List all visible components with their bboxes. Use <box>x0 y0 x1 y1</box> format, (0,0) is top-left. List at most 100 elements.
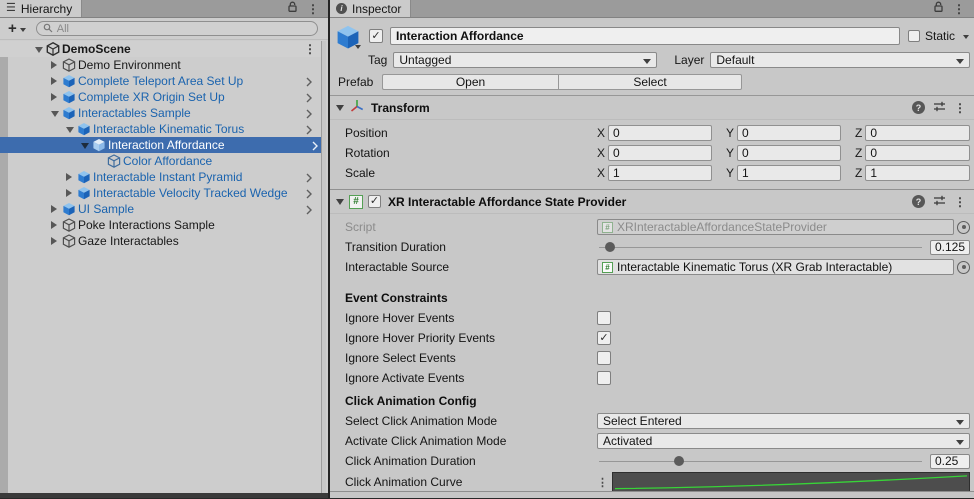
foldout-icon[interactable] <box>81 143 89 149</box>
kebab-menu-icon[interactable]: ⋮ <box>307 3 319 15</box>
hierarchy-item-ui-sample[interactable]: UI Sample <box>0 201 320 217</box>
hierarchy-item-complete-xr-origin-set-up[interactable]: Complete XR Origin Set Up <box>0 89 320 105</box>
transition-duration-value[interactable]: 0.125 <box>930 240 970 255</box>
hierarchy-search-input[interactable]: All <box>36 21 318 36</box>
prefab-chevron-icon[interactable] <box>306 92 312 106</box>
foldout-icon[interactable] <box>51 205 57 213</box>
foldout-icon[interactable] <box>66 189 72 197</box>
hierarchy-item-demo-environment[interactable]: Demo Environment <box>0 57 320 73</box>
layer-dropdown[interactable]: Default <box>710 52 970 68</box>
hierarchy-item-interactable-velocity-tracked-wedge[interactable]: Interactable Velocity Tracked Wedge <box>0 185 320 201</box>
hierarchy-item-poke-interactions-sample[interactable]: Poke Interactions Sample <box>0 217 320 233</box>
foldout-icon[interactable] <box>51 221 57 229</box>
hierarchy-item-interactable-kinematic-torus[interactable]: Interactable Kinematic Torus <box>0 121 320 137</box>
constraint-checkbox[interactable] <box>597 311 611 325</box>
position-z-field[interactable]: 0 <box>865 125 970 141</box>
foldout-icon[interactable] <box>66 173 72 181</box>
presets-icon[interactable] <box>933 195 946 209</box>
prefab-open-button[interactable]: Open <box>382 74 558 90</box>
kebab-menu-icon[interactable]: ⋮ <box>953 3 965 15</box>
prefab-chevron-icon[interactable] <box>306 108 312 122</box>
foldout-icon[interactable] <box>35 47 43 53</box>
constraint-checkbox[interactable] <box>597 351 611 365</box>
scale-x-field[interactable]: 1 <box>608 165 712 181</box>
axis-letter: X <box>597 126 605 140</box>
hierarchy-item-interactable-instant-pyramid[interactable]: Interactable Instant Pyramid <box>0 169 320 185</box>
kebab-menu-icon[interactable]: ⋮ <box>954 102 966 114</box>
xr-provider-header[interactable]: # ✓ XR Interactable Affordance State Pro… <box>330 190 974 214</box>
gameobject-icon[interactable] <box>335 27 362 45</box>
object-picker-icon[interactable] <box>957 261 970 274</box>
unlock-icon[interactable] <box>287 1 298 16</box>
static-dropdown-icon[interactable] <box>963 35 969 39</box>
hierarchy-item-interaction-affordance[interactable]: Interaction Affordance <box>0 137 326 153</box>
hierarchy-item-gaze-interactables[interactable]: Gaze Interactables <box>0 233 320 249</box>
prefab-chevron-icon[interactable] <box>306 124 312 138</box>
scale-z-field[interactable]: 1 <box>865 165 970 181</box>
hierarchy-item-complete-teleport-area-set-up[interactable]: Complete Teleport Area Set Up <box>0 73 320 89</box>
plus-icon: + <box>8 21 17 36</box>
axis-letter: X <box>597 146 605 160</box>
slider-handle[interactable] <box>674 456 684 466</box>
rotation-z-field[interactable]: 0 <box>865 145 970 161</box>
create-object-button[interactable]: + <box>8 21 26 36</box>
foldout-icon[interactable] <box>51 93 57 101</box>
activate-click-mode-value: Activated <box>603 434 652 448</box>
tag-dropdown[interactable]: Untagged <box>393 52 657 68</box>
xr-provider-component: # ✓ XR Interactable Affordance State Pro… <box>330 190 974 499</box>
object-picker-icon[interactable] <box>957 221 970 234</box>
kebab-menu-icon[interactable]: ⋮ <box>304 43 316 55</box>
scale-y-field[interactable]: 1 <box>737 165 841 181</box>
gameobject-cube-icon <box>62 58 76 72</box>
click-animation-curve-field[interactable] <box>612 472 970 492</box>
tab-hierarchy[interactable]: ☰ Hierarchy <box>0 0 82 17</box>
help-icon[interactable]: ? <box>912 101 925 114</box>
kebab-menu-icon[interactable]: ⋮ <box>954 196 966 208</box>
slider-handle[interactable] <box>605 242 615 252</box>
foldout-icon[interactable] <box>51 237 57 245</box>
foldout-icon[interactable] <box>66 127 74 133</box>
foldout-icon[interactable] <box>51 61 57 69</box>
animation-curve <box>613 473 969 491</box>
hierarchy-scrollbar[interactable] <box>321 41 326 493</box>
kebab-menu-icon[interactable]: ⋮ <box>597 476 608 489</box>
hierarchy-item-color-affordance[interactable]: Color Affordance <box>0 153 320 169</box>
active-checkbox[interactable]: ✓ <box>369 29 383 43</box>
script-label: Script <box>345 220 597 234</box>
click-animation-duration-value[interactable]: 0.25 <box>930 454 970 469</box>
prefab-cube-icon <box>62 90 76 104</box>
constraint-checkbox[interactable]: ✓ <box>597 331 611 345</box>
unlock-icon[interactable] <box>933 1 944 16</box>
rotation-x-field[interactable]: 0 <box>608 145 712 161</box>
prefab-chevron-icon[interactable] <box>306 172 312 186</box>
prefab-select-button[interactable]: Select <box>558 74 742 90</box>
prefab-chevron-icon[interactable] <box>306 76 312 90</box>
prefab-chevron-icon[interactable] <box>312 140 318 154</box>
position-y-field[interactable]: 0 <box>737 125 841 141</box>
constraint-checkbox[interactable] <box>597 371 611 385</box>
static-checkbox[interactable] <box>908 30 920 42</box>
foldout-icon[interactable] <box>51 77 57 85</box>
foldout-icon[interactable] <box>51 111 59 117</box>
foldout-icon[interactable] <box>336 105 344 111</box>
prefab-chevron-icon[interactable] <box>306 204 312 218</box>
prefab-chevron-icon[interactable] <box>306 188 312 202</box>
hierarchy-item-interactables-sample[interactable]: Interactables Sample <box>0 105 320 121</box>
gameobject-name-field[interactable]: Interaction Affordance <box>390 27 900 45</box>
hierarchy-item-demoscene[interactable]: DemoScene ⋮ <box>0 41 326 57</box>
tab-inspector[interactable]: i Inspector <box>330 0 411 17</box>
transform-header[interactable]: Transform ? ⋮ <box>330 96 974 120</box>
click-animation-duration-slider[interactable] <box>597 453 924 469</box>
position-x-field[interactable]: 0 <box>608 125 712 141</box>
activate-click-mode-dropdown[interactable]: Activated <box>597 433 970 449</box>
item-label: Interactable Instant Pyramid <box>93 170 242 184</box>
foldout-icon[interactable] <box>336 199 344 205</box>
constraint-row-ignore-hover-events: Ignore Hover Events <box>330 308 974 328</box>
interactable-source-field[interactable]: # Interactable Kinematic Torus (XR Grab … <box>597 259 954 275</box>
component-enabled-checkbox[interactable]: ✓ <box>368 195 381 208</box>
help-icon[interactable]: ? <box>912 195 925 208</box>
rotation-y-field[interactable]: 0 <box>737 145 841 161</box>
select-click-mode-dropdown[interactable]: Select Entered <box>597 413 970 429</box>
transition-duration-slider[interactable] <box>597 239 924 255</box>
presets-icon[interactable] <box>933 101 946 115</box>
